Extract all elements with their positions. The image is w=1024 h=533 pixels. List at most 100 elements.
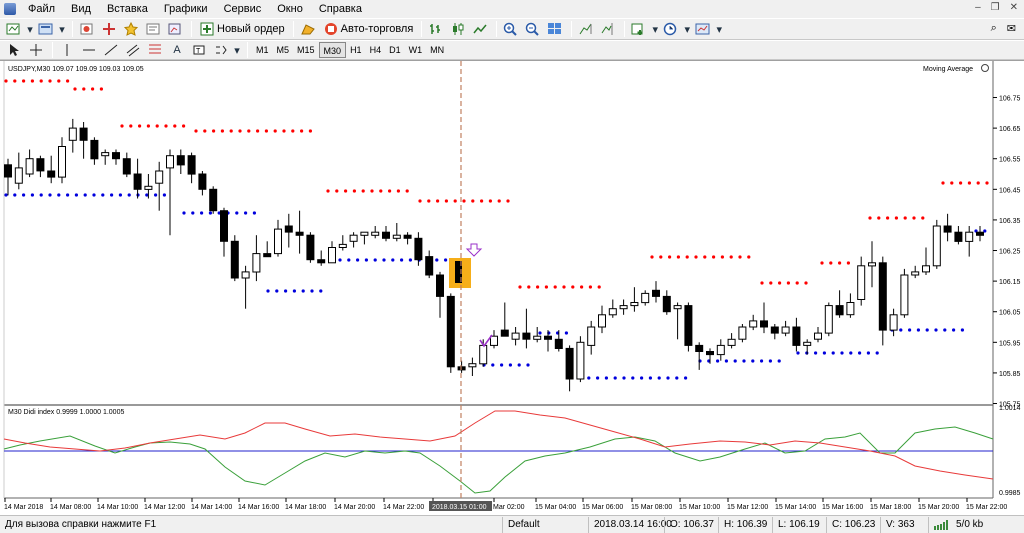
resistance-dot (912, 216, 916, 220)
terminal-icon[interactable] (143, 20, 163, 38)
support-dot (101, 193, 105, 197)
profiles-icon[interactable] (36, 20, 56, 38)
new-order-button[interactable]: Новый ордер (196, 20, 289, 38)
candle-body (403, 234, 412, 239)
candle-body (587, 326, 596, 346)
support-dot (364, 258, 368, 262)
chevron-down-icon[interactable]: ▾ (233, 41, 241, 59)
candle-body (392, 234, 401, 239)
trendline-icon[interactable] (101, 41, 121, 59)
candle-body (414, 237, 423, 261)
candle-body (749, 320, 758, 328)
new-chart-icon[interactable] (4, 20, 24, 38)
zoom-out-icon[interactable] (523, 20, 543, 38)
candle-body (727, 338, 736, 346)
price-tick-label: 105.95 (999, 340, 1021, 347)
close-indicator-icon[interactable] (981, 64, 989, 72)
resistance-dot (518, 285, 522, 289)
support-dot (666, 376, 670, 380)
label-icon[interactable]: T (189, 41, 209, 59)
candle-body (274, 228, 282, 255)
search-icon[interactable]: ⌕ (991, 22, 997, 35)
templates-icon[interactable] (693, 20, 713, 38)
chevron-down-icon[interactable]: ▾ (651, 20, 659, 38)
chart-window[interactable]: USDJPY,M30 109.07 109.09 109.03 109.05 M… (0, 60, 1024, 516)
candlestick-icon[interactable] (448, 20, 468, 38)
meta-editor-icon[interactable] (298, 20, 318, 38)
line-chart-icon[interactable] (470, 20, 490, 38)
resistance-dot (747, 255, 751, 259)
candle-body (220, 210, 228, 242)
status-open: O: 106.37 (664, 516, 718, 533)
tile-windows-icon[interactable] (545, 20, 565, 38)
menu-tools[interactable]: Сервис (216, 0, 270, 18)
timeframe-h1[interactable]: H1 (346, 42, 366, 58)
candle-body (133, 173, 142, 190)
horizontal-line-icon[interactable] (79, 41, 99, 59)
timeframe-w1[interactable]: W1 (405, 42, 427, 58)
menu-bar: Файл Вид Вставка Графики Сервис Окно Спр… (0, 0, 1024, 18)
menu-view[interactable]: Вид (63, 0, 99, 18)
timeframe-d1[interactable]: D1 (385, 42, 405, 58)
resistance-dot (720, 255, 725, 259)
chevron-down-icon[interactable]: ▾ (26, 20, 34, 38)
tester-icon[interactable] (165, 20, 185, 38)
favorites-icon[interactable] (121, 20, 141, 38)
price-tick-label: 106.55 (999, 157, 1021, 164)
timeframe-m5[interactable]: M5 (273, 42, 294, 58)
price-chart-svg[interactable]: USDJPY,M30 109.07 109.09 109.03 109.05 M… (0, 61, 1024, 516)
restore-icon[interactable]: ❐ (991, 2, 1000, 13)
candle-body (803, 341, 812, 346)
arrows-icon[interactable] (211, 41, 231, 59)
timeframe-mn[interactable]: MN (426, 42, 448, 58)
candle-body (241, 271, 250, 279)
zoom-in-icon[interactable] (501, 20, 521, 38)
chevron-down-icon[interactable]: ▾ (715, 20, 723, 38)
auto-trading-button[interactable]: Авто-торговля (320, 20, 418, 38)
resistance-dot (769, 281, 773, 285)
resistance-dot (562, 285, 566, 289)
menu-help[interactable]: Справка (311, 0, 370, 18)
status-traffic: 5/0 kb (928, 516, 1004, 533)
menu-charts[interactable]: Графики (156, 0, 216, 18)
vertical-line-icon[interactable] (57, 41, 77, 59)
resistance-dot (985, 181, 989, 185)
chevron-down-icon[interactable]: ▾ (58, 20, 66, 38)
toolbar-separator (52, 42, 53, 58)
minimize-icon[interactable]: – (975, 2, 981, 13)
menu-insert[interactable]: Вставка (99, 0, 156, 18)
chevron-down-icon[interactable]: ▾ (683, 20, 691, 38)
market-watch-icon[interactable] (77, 20, 97, 38)
fibonacci-icon[interactable] (145, 41, 165, 59)
candle-body (371, 231, 380, 236)
chart-shift-icon[interactable] (598, 20, 618, 38)
resistance-dot (120, 124, 124, 128)
menu-window[interactable]: Окно (269, 0, 311, 18)
autoscroll-icon[interactable] (576, 20, 596, 38)
candle-body (112, 152, 120, 160)
timeframe-m30[interactable]: M30 (318, 42, 347, 58)
navigator-icon[interactable] (99, 20, 119, 38)
resistance-dot (48, 79, 52, 83)
periods-icon[interactable] (661, 20, 681, 38)
channel-icon[interactable] (123, 41, 143, 59)
support-dot (301, 289, 305, 293)
indicators-icon[interactable] (629, 20, 649, 38)
bar-chart-icon[interactable] (426, 20, 446, 38)
support-dot (347, 258, 351, 262)
crosshair-icon[interactable] (26, 41, 46, 59)
menu-file[interactable]: Файл (20, 0, 63, 18)
app-icon[interactable] (4, 3, 16, 15)
support-dot (675, 376, 679, 380)
cursor-icon[interactable] (4, 41, 24, 59)
support-dot (162, 193, 166, 197)
support-dot (118, 193, 122, 197)
timeframe-m15[interactable]: M15 (293, 42, 319, 58)
chat-icon[interactable]: ✉ (1007, 22, 1016, 35)
resistance-dot (488, 199, 492, 203)
timeframe-m1[interactable]: M1 (252, 42, 273, 58)
toolbar-separator (292, 21, 294, 37)
close-icon[interactable]: ✕ (1010, 2, 1018, 13)
text-icon[interactable]: A (167, 41, 187, 59)
timeframe-h4[interactable]: H4 (366, 42, 386, 58)
